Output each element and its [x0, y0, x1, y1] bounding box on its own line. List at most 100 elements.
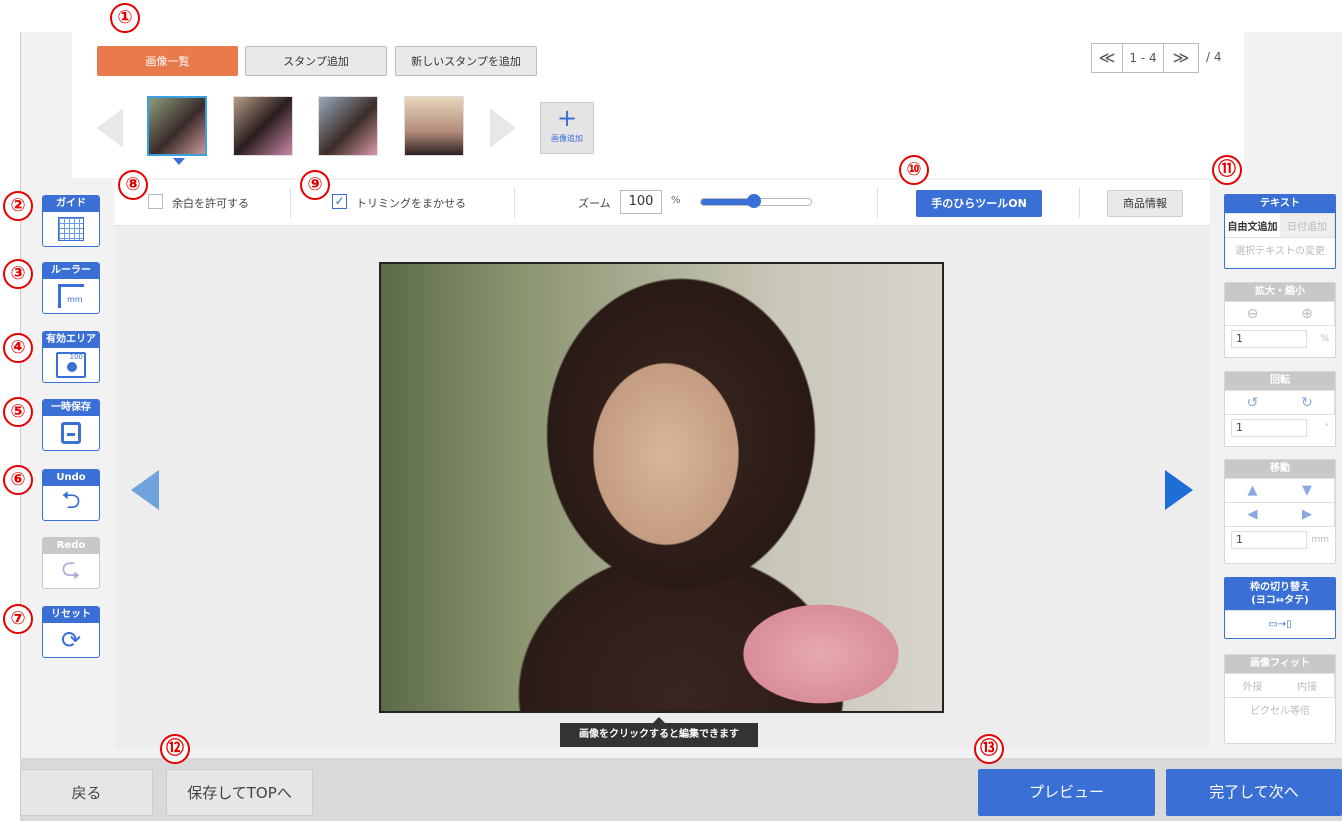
badge-9: ⑨ [300, 170, 330, 200]
thumbs-next-arrow-icon[interactable] [490, 108, 516, 148]
badge-4: ④ [3, 333, 33, 363]
rotate-panel-title: 回転 [1225, 372, 1335, 390]
next-image-arrow-icon[interactable] [1165, 470, 1193, 510]
frame-toggle-title: 枠の切り替え (ヨコ⇔タテ) [1225, 578, 1335, 610]
zoom-in-icon[interactable]: ⊕ [1280, 301, 1335, 325]
tab-new-stamp[interactable]: 新しいスタンプを追加 [395, 46, 537, 76]
badge-3: ③ [3, 259, 33, 289]
fit-outer-button[interactable]: 外接 [1225, 673, 1280, 697]
move-down-icon[interactable]: ▼ [1280, 478, 1335, 502]
complete-next-button[interactable]: 完了して次へ [1166, 769, 1342, 816]
rotate-right-icon[interactable]: ↻ [1280, 390, 1335, 414]
thumbnail-1[interactable] [147, 96, 207, 156]
guide-button[interactable]: ガイド [42, 195, 100, 247]
effective-area-label: 有効エリア [43, 332, 99, 348]
thumbnail-3[interactable] [318, 96, 378, 156]
plus-icon: + [556, 104, 578, 132]
frame-toggle-button[interactable]: ▭→▯ [1225, 610, 1335, 638]
badge-6: ⑥ [3, 465, 33, 495]
grid-icon [58, 217, 84, 241]
pager-total: / 4 [1206, 50, 1222, 64]
save-top-button[interactable]: 保存してTOPへ [166, 769, 313, 816]
reset-button[interactable]: リセット ⟳ [42, 606, 100, 658]
divider [1079, 188, 1080, 218]
temp-save-label: 一時保存 [43, 400, 99, 416]
tab-stamp-add[interactable]: スタンプ追加 [245, 46, 387, 76]
product-info-button[interactable]: 商品情報 [1107, 190, 1183, 217]
move-panel: 移動 ▲ ▼ ◀ ▶ 1 mm [1224, 459, 1336, 564]
zoom-input[interactable]: 100 [620, 190, 662, 214]
prev-image-arrow-icon[interactable] [131, 470, 159, 510]
margin-checkbox[interactable] [148, 194, 163, 209]
margin-label: 余白を許可する [172, 197, 249, 210]
date-add-button[interactable]: 日付追加 [1280, 213, 1335, 237]
move-left-icon[interactable]: ◀ [1225, 502, 1280, 526]
thumbs-prev-arrow-icon[interactable] [97, 108, 123, 148]
change-selected-text-button[interactable]: 選択テキストの変更 [1225, 237, 1335, 261]
temp-save-button[interactable]: 一時保存 [42, 399, 100, 451]
floppy-disk-icon [61, 422, 81, 444]
badge-1: ① [110, 3, 140, 33]
badge-12: ⑫ [160, 734, 190, 764]
zoom-out-icon[interactable]: ⊖ [1225, 301, 1280, 325]
thumbnail-4[interactable] [404, 96, 464, 156]
preview-button[interactable]: プレビュー [978, 769, 1155, 816]
badge-2: ② [3, 191, 33, 221]
scale-panel-title: 拡大・縮小 [1225, 283, 1335, 301]
rotate-left-icon[interactable]: ↺ [1225, 390, 1280, 414]
ruler-button[interactable]: ルーラー mm [42, 262, 100, 314]
divider [514, 188, 515, 218]
add-image-button[interactable]: + 画像追加 [540, 102, 594, 154]
badge-7: ⑦ [3, 604, 33, 634]
undo-button[interactable]: Undo ⮌ [42, 469, 100, 521]
pager-first-button[interactable]: ≪ [1091, 43, 1123, 73]
trim-checkbox[interactable]: ✓ [332, 194, 347, 209]
image-fit-panel: 画像フィット 外接 内接 ピクセル等倍 [1224, 654, 1336, 744]
redo-button[interactable]: Redo ⮎ [42, 537, 100, 589]
redo-arrow-icon: ⮎ [61, 553, 81, 582]
badge-11: ⑪ [1212, 155, 1242, 185]
hand-tool-button[interactable]: 手のひらツールON [916, 190, 1042, 217]
fit-inner-button[interactable]: 内接 [1280, 673, 1335, 697]
free-text-add-button[interactable]: 自由文追加 [1225, 213, 1280, 237]
tab-image-list[interactable]: 画像一覧 [97, 46, 238, 76]
badge-8: ⑧ [118, 170, 148, 200]
portrait-photo-image[interactable] [379, 262, 944, 713]
undo-arrow-icon: ⮌ [61, 485, 81, 514]
reset-label: リセット [43, 607, 99, 623]
badge-13: ⑬ [974, 734, 1004, 764]
effective-area-button[interactable]: 有効エリア 100 [42, 331, 100, 383]
rotate-panel: 回転 ↺ ↻ 1 ° [1224, 371, 1336, 447]
area-number: 100 [69, 353, 83, 361]
rotate-input[interactable]: 1 [1231, 418, 1307, 437]
canvas-hint-tooltip: 画像をクリックすると編集できます [560, 723, 758, 747]
pager-last-button[interactable]: ≫ [1163, 43, 1199, 73]
option-bar: 余白を許可する ✓ トリミングをまかせる ズーム 100 % 手のひらツールON… [115, 180, 1210, 226]
portrait-area-icon: 100 [56, 352, 86, 378]
guide-label: ガイド [43, 196, 99, 212]
zoom-slider-thumb[interactable] [747, 194, 761, 208]
scale-unit: % [1320, 333, 1329, 344]
trim-label: トリミングをまかせる [356, 197, 466, 210]
divider [877, 188, 878, 218]
text-panel-title: テキスト [1225, 195, 1335, 213]
ruler-icon: mm [58, 284, 84, 308]
ruler-label: ルーラー [43, 263, 99, 279]
move-unit: mm [1311, 534, 1329, 545]
text-panel: テキスト 自由文追加 日付追加 選択テキストの変更 [1224, 194, 1336, 269]
add-image-label: 画像追加 [551, 134, 583, 143]
frame-toggle-panel: 枠の切り替え (ヨコ⇔タテ) ▭→▯ [1224, 577, 1336, 639]
back-button[interactable]: 戻る [20, 769, 153, 816]
badge-5: ⑤ [3, 397, 33, 427]
image-fit-title: 画像フィット [1225, 655, 1335, 673]
move-up-icon[interactable]: ▲ [1225, 478, 1280, 502]
zoom-unit: % [671, 195, 681, 206]
fit-pixel-button[interactable]: ピクセル等倍 [1225, 697, 1335, 721]
move-input[interactable]: 1 [1231, 530, 1307, 549]
thumbnail-2[interactable] [233, 96, 293, 156]
zoom-label: ズーム [578, 197, 611, 210]
move-right-icon[interactable]: ▶ [1280, 502, 1335, 526]
scale-panel: 拡大・縮小 ⊖ ⊕ 1% [1224, 282, 1336, 358]
scale-input[interactable]: 1 [1231, 329, 1307, 348]
badge-10: ⑩ [899, 155, 929, 185]
